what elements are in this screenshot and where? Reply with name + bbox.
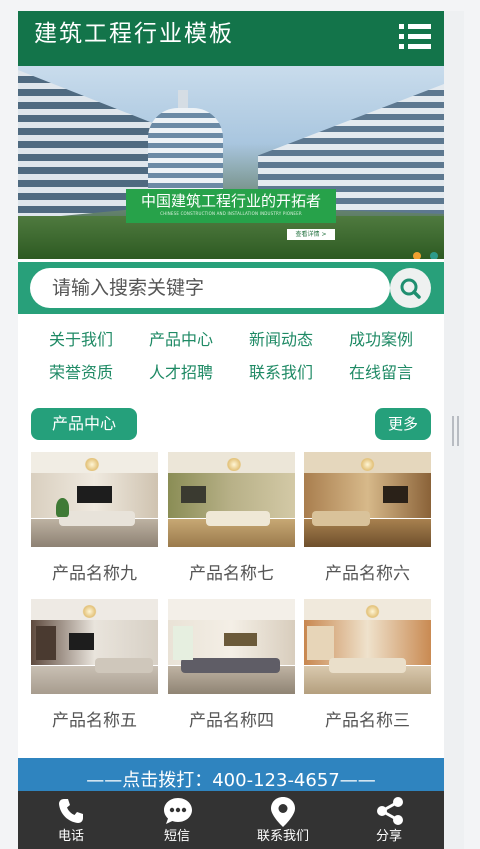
product-image[interactable] bbox=[31, 452, 158, 547]
tab-label: 电话 bbox=[57, 829, 84, 844]
mobile-page: 建筑工程行业模板 中国建筑工程行业的开拓者 CHINESE CONSTRUCTI… bbox=[18, 11, 444, 849]
message-icon bbox=[164, 798, 192, 824]
banner-details-button[interactable]: 查看详情 > bbox=[287, 229, 335, 240]
nav-item-news[interactable]: 新闻动态 bbox=[231, 329, 331, 351]
product-name[interactable]: 产品名称九 bbox=[31, 563, 158, 585]
banner-slogan: 中国建筑工程行业的开拓者 bbox=[140, 192, 321, 210]
pager-dot-active[interactable] bbox=[413, 252, 421, 259]
tab-label: 联系我们 bbox=[256, 829, 309, 844]
product-image[interactable] bbox=[168, 599, 295, 694]
tab-label: 分享 bbox=[375, 829, 402, 844]
site-header: 建筑工程行业模板 bbox=[18, 11, 444, 66]
product-name[interactable]: 产品名称三 bbox=[304, 710, 431, 732]
product-name[interactable]: 产品名称七 bbox=[168, 563, 295, 585]
product-name[interactable]: 产品名称四 bbox=[168, 710, 295, 732]
tab-phone[interactable]: 电话 bbox=[18, 791, 124, 849]
product-name[interactable]: 产品名称六 bbox=[304, 563, 431, 585]
more-button[interactable]: 更多 bbox=[375, 408, 431, 440]
product-image[interactable] bbox=[168, 452, 295, 547]
site-title: 建筑工程行业模板 bbox=[34, 21, 234, 47]
nav-item-cases[interactable]: 成功案例 bbox=[331, 329, 431, 351]
tab-contact[interactable]: 联系我们 bbox=[230, 791, 336, 849]
search-bar bbox=[18, 262, 444, 314]
nav-item-products[interactable]: 产品中心 bbox=[131, 329, 231, 351]
product-image[interactable] bbox=[304, 599, 431, 694]
location-pin-icon bbox=[271, 797, 295, 827]
products-section-header: 产品中心 更多 bbox=[18, 408, 444, 442]
product-image[interactable] bbox=[31, 599, 158, 694]
scroll-grip-icon[interactable] bbox=[452, 416, 459, 446]
search-button[interactable] bbox=[390, 268, 431, 308]
nav-item-about[interactable]: 关于我们 bbox=[31, 329, 131, 351]
tab-sms[interactable]: 短信 bbox=[124, 791, 230, 849]
share-icon bbox=[377, 797, 403, 825]
hero-banner[interactable]: 中国建筑工程行业的开拓者 CHINESE CONSTRUCTION AND IN… bbox=[18, 66, 444, 259]
nav-item-jobs[interactable]: 人才招聘 bbox=[131, 362, 231, 384]
product-name[interactable]: 产品名称五 bbox=[31, 710, 158, 732]
hamburger-menu-icon[interactable] bbox=[399, 24, 431, 50]
tab-share[interactable]: 分享 bbox=[336, 791, 442, 849]
nav-item-message[interactable]: 在线留言 bbox=[331, 362, 431, 384]
pager-dot[interactable] bbox=[430, 252, 438, 259]
tab-label: 短信 bbox=[163, 829, 190, 844]
nav-item-contact[interactable]: 联系我们 bbox=[231, 362, 331, 384]
search-icon bbox=[400, 278, 421, 299]
search-input[interactable] bbox=[30, 268, 390, 308]
banner-slogan-sub: CHINESE CONSTRUCTION AND INSTALLATION IN… bbox=[160, 211, 302, 216]
phone-icon bbox=[59, 799, 83, 823]
bottom-tab-bar: 电话 短信 联系我们 分享 bbox=[18, 791, 444, 849]
nav-item-honors[interactable]: 荣誉资质 bbox=[31, 362, 131, 384]
section-title: 产品中心 bbox=[31, 408, 137, 440]
product-image[interactable] bbox=[304, 452, 431, 547]
